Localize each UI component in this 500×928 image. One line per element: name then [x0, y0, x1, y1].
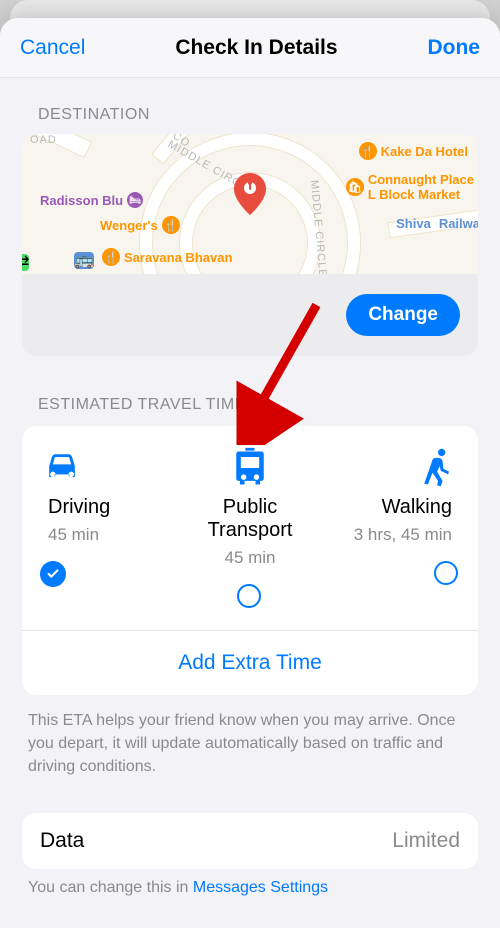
- data-value: Limited: [392, 829, 460, 853]
- mode-walking-time: 3 hrs, 45 min: [320, 525, 460, 545]
- restaurant-icon: 🍴: [359, 142, 377, 160]
- eta-description: This ETA helps your friend know when you…: [0, 695, 500, 779]
- mode-driving-radio[interactable]: [40, 561, 66, 587]
- mode-walking-radio[interactable]: [434, 561, 460, 587]
- change-button[interactable]: Change: [346, 294, 460, 336]
- mode-walking[interactable]: Walking 3 hrs, 45 min: [320, 446, 468, 610]
- data-description: You can change this in Messages Settings: [0, 869, 500, 897]
- data-label: Data: [40, 829, 84, 853]
- map-poi-kake: 🍴 Kake Da Hotel: [359, 142, 468, 160]
- done-button[interactable]: Done: [427, 36, 480, 60]
- hotel-icon: 🛏: [127, 192, 143, 208]
- add-extra-time-button[interactable]: Add Extra Time: [22, 631, 478, 695]
- travel-header: ESTIMATED TRAVEL TIME: [0, 356, 500, 426]
- restaurant-icon: 🍴: [102, 248, 120, 266]
- check-in-sheet: Cancel Check In Details Done DESTINATION…: [0, 18, 500, 928]
- shopping-icon: 🛍: [346, 178, 364, 196]
- messages-settings-link[interactable]: Messages Settings: [193, 879, 328, 896]
- map-poi-connaught: 🛍 Connaught PlaceL Block Market: [346, 172, 474, 202]
- map-road-label: OAD: [30, 134, 57, 146]
- nav-bar: Cancel Check In Details Done: [0, 18, 500, 78]
- destination-card: OAD CO MIDDLE CIRCLE MIDDLE CIRCLE 🍴 Kak…: [22, 134, 478, 356]
- cancel-button[interactable]: Cancel: [20, 36, 85, 60]
- checkmark-icon: [40, 561, 66, 587]
- walk-icon: [416, 446, 460, 490]
- bus-icon: [228, 446, 272, 490]
- map-poi-wengers: Wenger's 🍴: [100, 216, 180, 234]
- map-preview[interactable]: OAD CO MIDDLE CIRCLE MIDDLE CIRCLE 🍴 Kak…: [22, 134, 478, 274]
- map-poi-radisson: Radisson Blu 🛏: [40, 192, 143, 208]
- mode-driving-label: Driving: [40, 496, 180, 519]
- page-title: Check In Details: [175, 36, 337, 60]
- mode-public-label: Public Transport: [180, 496, 320, 542]
- destination-header: DESTINATION: [0, 78, 500, 134]
- mode-driving-time: 45 min: [40, 525, 180, 545]
- car-icon: [40, 446, 84, 490]
- map-poi-saravana: 🍴 Saravana Bhavan: [102, 248, 232, 266]
- map-pin-icon: [234, 173, 266, 215]
- mode-public-transport[interactable]: Public Transport 45 min: [180, 446, 320, 610]
- bus-icon: 🚌: [74, 250, 94, 270]
- travel-card: Driving 45 min Public Transport 45 min: [22, 426, 478, 695]
- mode-walking-label: Walking: [320, 496, 460, 519]
- mode-public-time: 45 min: [180, 548, 320, 568]
- data-row[interactable]: Data Limited: [22, 813, 478, 869]
- restaurant-icon: 🍴: [162, 216, 180, 234]
- mode-public-radio[interactable]: [237, 584, 263, 610]
- map-poi-shiva: ShivaRailwa: [396, 216, 478, 231]
- transit-icon: ⇄: [22, 252, 29, 272]
- mode-driving[interactable]: Driving 45 min: [32, 446, 180, 610]
